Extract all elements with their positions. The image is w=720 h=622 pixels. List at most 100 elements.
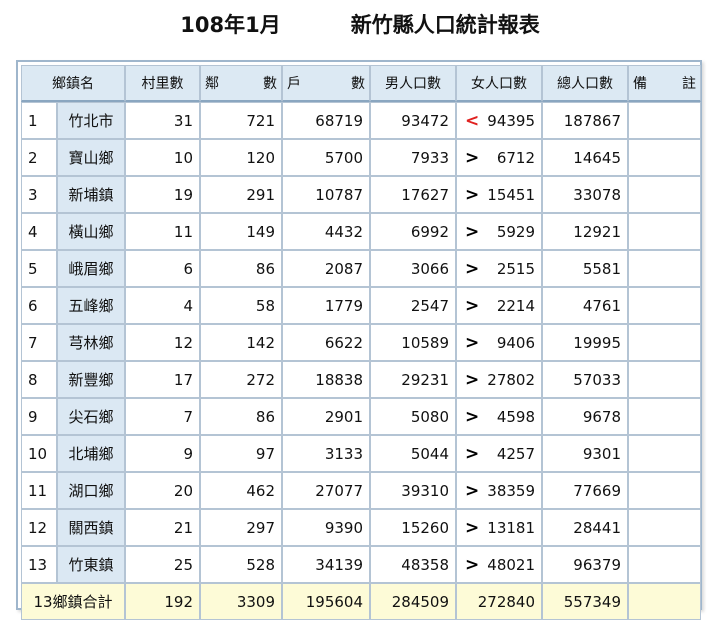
households-count: 1779 [282,287,370,324]
female-population: >48021 [456,546,542,583]
page-title: 108年1月 新竹縣人口統計報表 [0,6,720,42]
female-population: >38359 [456,472,542,509]
households-count: 2901 [282,398,370,435]
row-index: 11 [21,472,57,509]
villages-count: 6 [125,250,200,287]
villages-count: 19 [125,176,200,213]
remarks [628,250,701,287]
households-count: 68719 [282,102,370,139]
header-row: 鄉鎮名 村里數 鄰數 戶數 男人口數 女人口數 總人口數 備註 [21,65,701,102]
total-population: 9301 [542,435,628,472]
remarks [628,361,701,398]
row-index: 12 [21,509,57,546]
summary-row: 13鄉鎮合計 192 3309 195604 284509 272840 557… [21,583,701,620]
remarks [628,546,701,583]
table-row: 8 新豐鄉 17 272 18838 29231 >27802 57033 [21,361,701,398]
villages-count: 9 [125,435,200,472]
female-population: >6712 [456,139,542,176]
female-population: >4598 [456,398,542,435]
row-index: 4 [21,213,57,250]
row-index: 9 [21,398,57,435]
header-female: 女人口數 [456,65,542,102]
female-value: 4598 [496,407,535,426]
remarks [628,324,701,361]
male-population: 2547 [370,287,456,324]
villages-count: 11 [125,213,200,250]
female-population: >2214 [456,287,542,324]
town-name: 五峰鄉 [57,287,125,324]
neighborhoods-count: 149 [200,213,282,250]
households-count: 5700 [282,139,370,176]
summary-remarks [628,583,701,620]
villages-count: 4 [125,287,200,324]
header-remarks: 備註 [628,65,701,102]
male-population: 15260 [370,509,456,546]
female-value: 2214 [496,296,535,315]
villages-count: 31 [125,102,200,139]
comparison-symbol: > [465,221,480,242]
male-population: 93472 [370,102,456,139]
villages-count: 20 [125,472,200,509]
total-population: 57033 [542,361,628,398]
header-households: 戶數 [282,65,370,102]
table-row: 10 北埔鄉 9 97 3133 5044 >4257 9301 [21,435,701,472]
header-town: 鄉鎮名 [21,65,125,102]
summary-households: 195604 [282,583,370,620]
female-population: >27802 [456,361,542,398]
town-name: 芎林鄉 [57,324,125,361]
summary-total: 557349 [542,583,628,620]
households-count: 6622 [282,324,370,361]
remarks [628,398,701,435]
villages-count: 17 [125,361,200,398]
male-population: 5080 [370,398,456,435]
row-index: 1 [21,102,57,139]
summary-female: 272840 [456,583,542,620]
table-row: 11 湖口鄉 20 462 27077 39310 >38359 77669 [21,472,701,509]
table-row: 3 新埔鎮 19 291 10787 17627 >15451 33078 [21,176,701,213]
households-count: 3133 [282,435,370,472]
remarks [628,435,701,472]
town-name: 竹東鎮 [57,546,125,583]
female-value: 6712 [496,148,535,167]
comparison-symbol: > [465,295,480,316]
neighborhoods-count: 297 [200,509,282,546]
comparison-symbol: > [465,332,480,353]
male-population: 5044 [370,435,456,472]
neighborhoods-count: 120 [200,139,282,176]
female-population: <94395 [456,102,542,139]
female-value: 4257 [496,444,535,463]
comparison-symbol: > [465,480,480,501]
male-population: 10589 [370,324,456,361]
town-name: 竹北市 [57,102,125,139]
town-name: 湖口鄉 [57,472,125,509]
population-table: 鄉鎮名 村里數 鄰數 戶數 男人口數 女人口數 總人口數 備註 1 竹北市 31 7 2… [21,65,701,620]
table-row: 7 芎林鄉 12 142 6622 10589 >9406 19995 [21,324,701,361]
total-population: 14645 [542,139,628,176]
villages-count: 25 [125,546,200,583]
town-name: 新埔鎮 [57,176,125,213]
table-row: 1 竹北市 31 721 68719 93472 <94395 187867 [21,102,701,139]
total-population: 12921 [542,213,628,250]
total-population: 33078 [542,176,628,213]
remarks [628,139,701,176]
total-population: 4761 [542,287,628,324]
header-neighborhoods: 鄰數 [200,65,282,102]
female-value: 48021 [487,555,535,574]
total-population: 96379 [542,546,628,583]
town-name: 關西鎮 [57,509,125,546]
female-value: 13181 [487,518,535,537]
town-name: 北埔鄉 [57,435,125,472]
row-index: 7 [21,324,57,361]
neighborhoods-count: 291 [200,176,282,213]
table-row: 9 尖石鄉 7 86 2901 5080 >4598 9678 [21,398,701,435]
neighborhoods-count: 86 [200,398,282,435]
report-date: 108年1月 [180,13,281,37]
town-name: 新豐鄉 [57,361,125,398]
male-population: 17627 [370,176,456,213]
female-value: 27802 [487,370,535,389]
households-count: 18838 [282,361,370,398]
households-count: 34139 [282,546,370,583]
town-name: 橫山鄉 [57,213,125,250]
table-row: 13 竹東鎮 25 528 34139 48358 >48021 96379 [21,546,701,583]
female-population: >13181 [456,509,542,546]
